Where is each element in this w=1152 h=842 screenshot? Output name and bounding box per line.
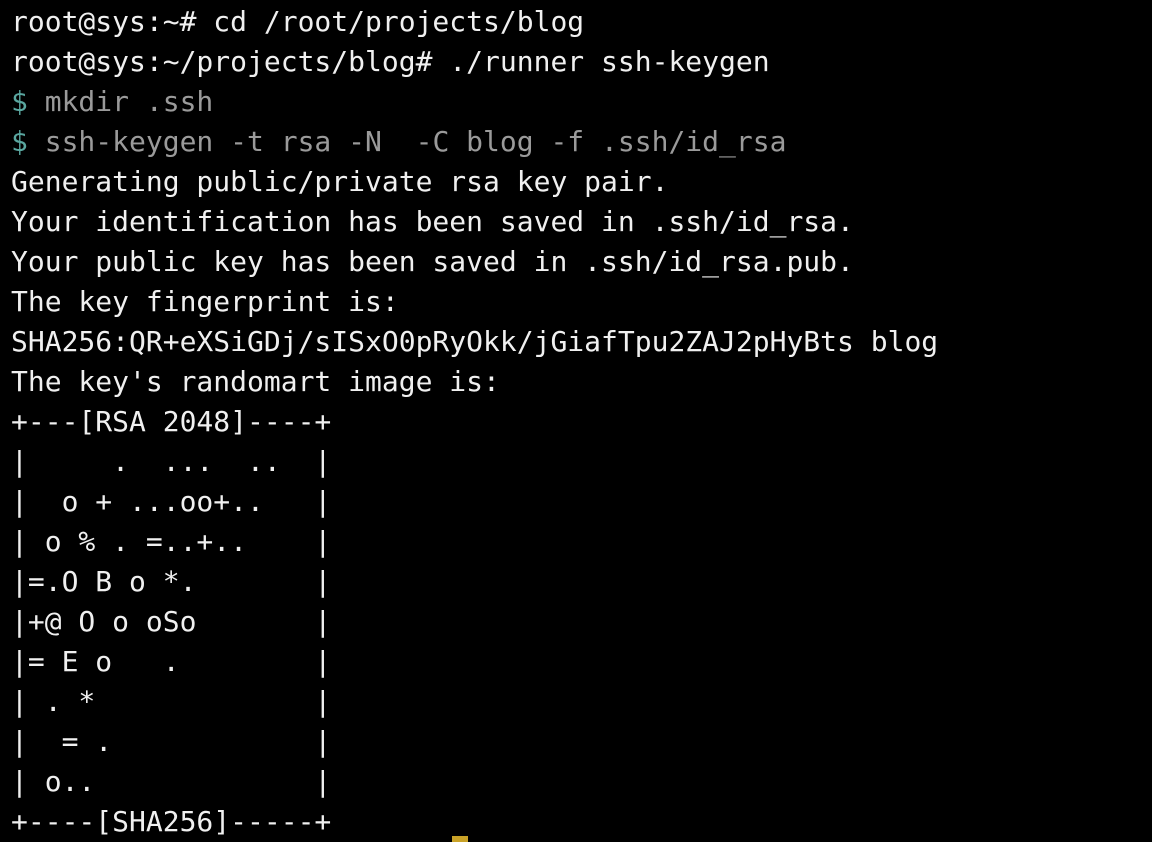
randomart-image: +---[RSA 2048]----+ | . ... .. | | o + .… bbox=[11, 402, 1152, 842]
runner-command-line: $ ssh-keygen -t rsa -N -C blog -f .ssh/i… bbox=[11, 122, 1152, 162]
runner-command-line: $ mkdir .ssh bbox=[11, 82, 1152, 122]
randomart-row: | = . | bbox=[11, 725, 332, 758]
runner-command-text: ssh-keygen -t rsa -N -C blog -f .ssh/id_… bbox=[27, 125, 787, 158]
terminal-line: Your identification has been saved in .s… bbox=[11, 205, 854, 238]
randomart-row: |= E o . | bbox=[11, 645, 332, 678]
randomart-row: | . * | bbox=[11, 685, 332, 718]
terminal-line: Your public key has been saved in .ssh/i… bbox=[11, 245, 854, 278]
randomart-row: +---[RSA 2048]----+ bbox=[11, 405, 332, 438]
prompt-sigil: $ bbox=[11, 125, 28, 158]
key-fingerprint-line: SHA256:QR+eXSiGDj/sISxO0pRyOkk/jGiafTpu2… bbox=[11, 325, 939, 358]
terminal-line: root@sys:~/projects/blog# ./runner ssh-k… bbox=[11, 45, 770, 78]
terminal-line: root@sys:~# cd /root/projects/blog bbox=[11, 5, 585, 38]
randomart-row: | o % . =..+.. | bbox=[11, 525, 332, 558]
runner-command-text: mkdir .ssh bbox=[27, 85, 214, 118]
terminal-line: Generating public/private rsa key pair. bbox=[11, 165, 669, 198]
randomart-row: |=.O B o *. | bbox=[11, 565, 332, 598]
prompt-sigil: $ bbox=[11, 85, 28, 118]
randomart-row: +----[SHA256]-----+ bbox=[11, 805, 332, 838]
terminal-line: The key's randomart image is: bbox=[11, 365, 500, 398]
terminal-line: The key fingerprint is: bbox=[11, 285, 399, 318]
terminal-cursor bbox=[452, 836, 468, 842]
randomart-row: | . ... .. | bbox=[11, 445, 332, 478]
randomart-row: | o.. | bbox=[11, 765, 332, 798]
randomart-row: | o + ...oo+.. | bbox=[11, 485, 332, 518]
randomart-row: |+@ O o oSo | bbox=[11, 605, 332, 638]
terminal-window[interactable]: root@sys:~# cd /root/projects/blog root@… bbox=[0, 0, 1152, 842]
